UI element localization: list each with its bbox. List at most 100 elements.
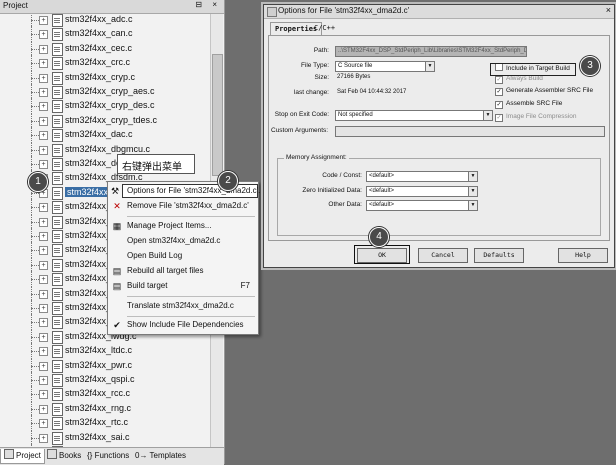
checkbox-box: ✓ <box>495 101 503 109</box>
tree-line <box>31 250 39 252</box>
generate-asm-checkbox[interactable]: ✓ Generate Assembler SRC File <box>495 87 593 96</box>
c-file-icon <box>52 359 63 373</box>
tree-file-label: stm32f4xx_can.c <box>65 28 133 39</box>
manage-icon: ▦ <box>112 221 122 231</box>
menu-item-manage-project[interactable]: ▦ Manage Project Items... <box>108 219 258 233</box>
check-icon: ✔ <box>113 320 121 330</box>
tree-file-label: stm32f4xx_adc.c <box>65 14 133 24</box>
expand-icon[interactable]: + <box>39 131 48 141</box>
ok-button[interactable]: OK <box>357 248 407 263</box>
menu-item-remove-file[interactable]: ✕ Remove File 'stm32f4xx_dma2d.c' <box>108 199 258 213</box>
expand-icon[interactable]: + <box>39 332 48 342</box>
c-file-icon <box>52 244 63 258</box>
expand-icon[interactable]: + <box>39 404 48 414</box>
c-file-icon <box>52 273 63 287</box>
expand-icon[interactable]: + <box>39 347 48 357</box>
expand-icon[interactable]: + <box>39 318 48 328</box>
c-file-icon <box>52 402 63 416</box>
expand-icon[interactable]: + <box>39 260 48 270</box>
c-file-icon <box>52 316 63 330</box>
expand-icon[interactable]: + <box>39 102 48 112</box>
expand-icon[interactable]: + <box>39 203 48 213</box>
menu-item-options-for-file[interactable]: Options for File 'stm32f4xx_dma2d.c'... <box>122 184 265 198</box>
tree-line <box>31 351 39 353</box>
panel-window-buttons[interactable]: ⊟ × <box>195 0 221 9</box>
panel-tabs: Project Books {} Functions 0→ Templates <box>0 447 224 465</box>
assemble-src-checkbox[interactable]: ✓ Assemble SRC File <box>495 100 562 109</box>
tree-file-label: stm32f4xx_cryp.c <box>65 71 136 82</box>
tab-books[interactable]: Books <box>44 449 84 463</box>
menu-item-rebuild-all[interactable]: ▤ Rebuild all target files <box>108 264 258 278</box>
menu-item-open-build-log[interactable]: Open Build Log <box>108 249 258 263</box>
remove-icon: ✕ <box>113 201 121 211</box>
tree-line <box>31 221 39 223</box>
expand-icon[interactable]: + <box>39 59 48 69</box>
expand-icon[interactable]: + <box>39 116 48 126</box>
expand-icon[interactable]: + <box>39 160 48 169</box>
always-build-checkbox[interactable]: ✓ Always Build <box>495 75 543 84</box>
expand-icon[interactable]: + <box>39 232 48 241</box>
code-const-select[interactable]: <default> ▼ <box>366 171 478 182</box>
expand-icon[interactable]: + <box>39 419 48 429</box>
expand-icon[interactable]: + <box>39 246 48 256</box>
scrollbar-thumb[interactable] <box>212 54 223 176</box>
tree-line <box>31 264 39 266</box>
tree-file-label: stm32f4xx_dac.c <box>65 129 133 140</box>
image-compression-checkbox[interactable]: ✓ Image File Compression <box>495 113 576 122</box>
expand-icon[interactable]: + <box>39 376 48 385</box>
expand-icon[interactable]: + <box>39 73 48 83</box>
tree-line <box>31 279 39 281</box>
tab-c-cpp[interactable]: C/C++ <box>310 22 339 35</box>
expand-icon[interactable]: + <box>39 390 48 400</box>
menu-separator <box>127 216 255 217</box>
expand-icon[interactable]: + <box>39 44 48 54</box>
tree-line <box>31 308 39 309</box>
expand-icon[interactable]: + <box>39 289 48 299</box>
stop-exit-code-select[interactable]: Not specified ▼ <box>335 110 493 121</box>
other-data-label: Other Data: <box>328 201 362 208</box>
tree-line <box>31 77 39 79</box>
menu-item-open-file[interactable]: Open stm32f4xx_dma2d.c <box>108 234 258 248</box>
chevron-down-icon: ▼ <box>468 172 477 181</box>
help-button[interactable]: Help <box>558 248 608 263</box>
file-type-select[interactable]: C Source file ▼ <box>335 61 435 72</box>
expand-icon[interactable]: + <box>39 30 48 40</box>
menu-item-show-include-deps[interactable]: ✔ Show Include File Dependencies <box>108 318 258 332</box>
c-file-icon <box>52 114 63 128</box>
c-file-icon <box>52 86 63 99</box>
zero-init-select[interactable]: <default> ▼ <box>366 186 478 197</box>
tree-line <box>31 92 39 93</box>
tree-file-label: stm32f4xx_dbgmcu.c <box>65 143 151 154</box>
custom-arguments-field[interactable] <box>335 126 605 137</box>
expand-icon[interactable]: + <box>39 16 48 25</box>
menu-item-translate[interactable]: Translate stm32f4xx_dma2d.c <box>108 299 258 313</box>
tree-line <box>31 293 39 295</box>
expand-icon[interactable]: + <box>39 275 48 285</box>
menu-separator <box>127 296 255 297</box>
tab-functions[interactable]: {} Functions <box>84 449 132 463</box>
other-data-select[interactable]: <default> ▼ <box>366 200 478 211</box>
tab-project[interactable]: Project <box>0 449 45 464</box>
defaults-button[interactable]: Defaults <box>474 248 524 263</box>
close-icon[interactable]: × <box>606 5 611 15</box>
checkbox-box: ✓ <box>495 76 503 84</box>
c-file-icon <box>52 230 63 243</box>
expand-icon[interactable]: + <box>39 88 48 97</box>
expand-icon[interactable]: + <box>39 433 48 443</box>
tree-line <box>31 207 39 209</box>
c-file-icon <box>52 158 63 171</box>
expand-icon[interactable]: + <box>39 361 48 371</box>
expand-icon[interactable]: + <box>39 304 48 313</box>
c-file-icon <box>52 172 63 186</box>
menu-item-build-target[interactable]: ▤ Build target F7 <box>108 279 258 293</box>
menu-separator <box>127 316 255 317</box>
c-file-icon <box>52 28 63 42</box>
c-file-icon <box>52 57 63 71</box>
expand-icon[interactable]: + <box>39 217 48 227</box>
panel-title-bar: Project ⊟ × <box>0 0 224 14</box>
tree-line <box>31 164 39 165</box>
tree-line <box>31 106 39 108</box>
cancel-button[interactable]: Cancel <box>418 248 468 263</box>
tab-templates[interactable]: 0→ Templates <box>132 449 189 463</box>
expand-icon[interactable]: + <box>39 145 48 155</box>
